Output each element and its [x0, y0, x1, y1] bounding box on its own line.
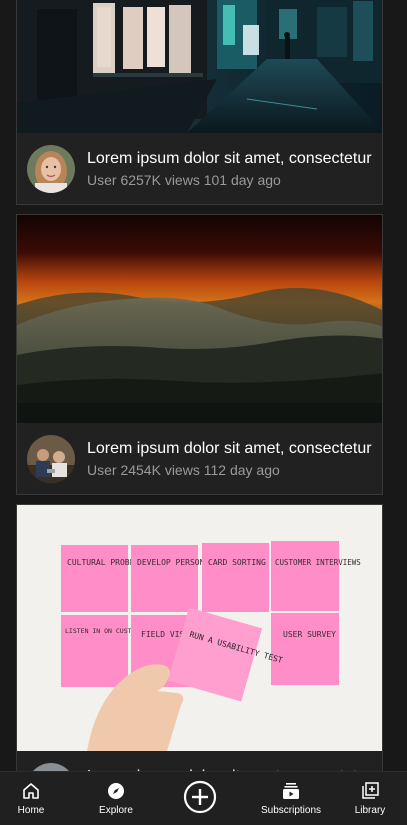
video-title[interactable]: Lorem ipsum dolor sit amet, consectetur: [87, 439, 381, 459]
video-meta: Lorem ipsum dolor sit amet, consectetur …: [17, 133, 382, 204]
neon-alley-thumbnail: [17, 0, 382, 133]
video-card[interactable]: Lorem ipsum dolor sit amet, consectetur …: [16, 0, 383, 205]
video-meta: Lorem ipsum dolor sit amet, consectetur …: [17, 423, 382, 494]
mountain-sunset-thumbnail: [17, 215, 382, 423]
video-subtitle: User 6257K views 101 day ago: [87, 171, 281, 189]
nav-home[interactable]: Home: [0, 772, 62, 825]
add-circle-icon: [183, 780, 217, 814]
video-card[interactable]: Lorem ipsum dolor sit amet, consectetur …: [16, 214, 383, 495]
nav-library[interactable]: Library: [346, 772, 394, 825]
video-thumbnail[interactable]: CULTURAL PROBE DEVELOP PERSONAS CARD SOR…: [17, 505, 382, 751]
video-subtitle: User 2454K views 112 day ago: [87, 461, 280, 479]
nav-subscriptions[interactable]: Subscriptions: [252, 772, 330, 825]
video-title[interactable]: Lorem ipsum dolor sit amet, consectetur: [87, 149, 381, 169]
note-text: CULTURAL PROBE: [67, 558, 135, 567]
nav-library-label: Library: [354, 805, 386, 816]
note-text: USER SURVEY: [283, 630, 336, 639]
view-count: 6257K views: [120, 172, 200, 188]
woman-portrait-avatar: [27, 145, 75, 193]
channel-name[interactable]: User: [87, 462, 117, 478]
video-thumbnail[interactable]: [17, 0, 382, 133]
note-text: CARD SORTING: [208, 558, 266, 567]
home-icon: [23, 783, 39, 799]
view-count: 2454K views: [120, 462, 200, 478]
app-viewport: Lorem ipsum dolor sit amet, consectetur …: [0, 0, 407, 825]
avatar[interactable]: [27, 435, 75, 483]
upload-age: 112 day ago: [203, 462, 280, 478]
library-icon: [362, 782, 379, 799]
compass-icon: [108, 783, 124, 799]
upload-age: 101 day ago: [203, 172, 281, 188]
note-text: CUSTOMER INTERVIEWS: [275, 558, 361, 567]
nav-explore-label: Explore: [99, 805, 133, 816]
nav-explore[interactable]: Explore: [86, 772, 146, 825]
avatar[interactable]: [27, 145, 75, 193]
channel-name[interactable]: User: [87, 172, 117, 188]
bottom-navigation: Home Explore Subscriptions Library: [0, 771, 407, 825]
two-people-avatar: [27, 435, 75, 483]
sticky-notes-thumbnail: CULTURAL PROBE DEVELOP PERSONAS CARD SOR…: [17, 505, 382, 751]
nav-create[interactable]: [178, 772, 222, 825]
nav-home-label: Home: [17, 805, 45, 816]
subscriptions-icon: [283, 783, 299, 799]
nav-subscriptions-label: Subscriptions: [260, 805, 322, 816]
video-thumbnail[interactable]: [17, 215, 382, 423]
